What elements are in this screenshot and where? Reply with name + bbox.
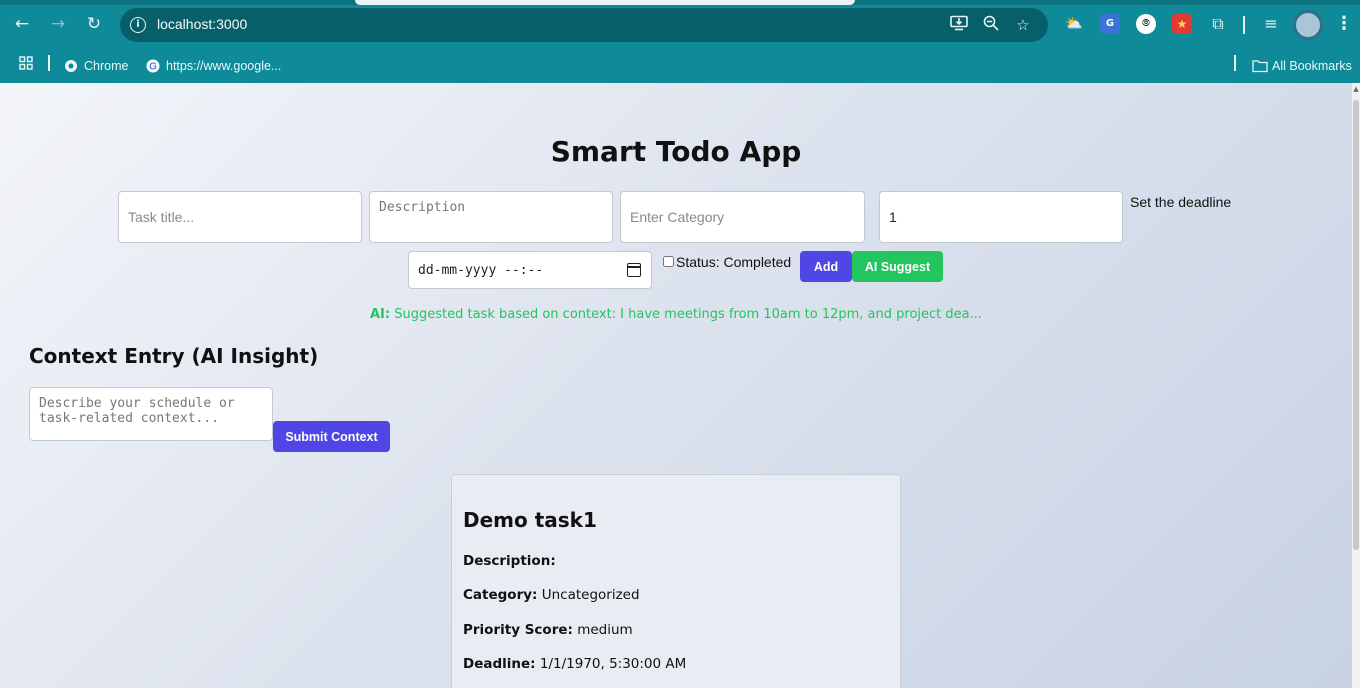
task-title: Demo task1 [463,508,597,532]
extension-icon[interactable]: ⦾ [1136,14,1156,34]
media-control-icon[interactable]: ≡ [1261,14,1281,34]
description-input[interactable] [369,191,613,243]
bookmark-star-icon[interactable]: ☆ [1013,15,1033,35]
bookmark-google[interactable]: Ghttps://www.google... [146,55,281,77]
scroll-up-icon[interactable]: ▲ [1353,86,1359,93]
weather-extension-icon[interactable]: ⛅ [1064,14,1084,34]
forward-arrow-icon[interactable]: → [47,13,69,35]
submit-context-button[interactable]: Submit Context [273,421,390,452]
category-label: Category: [463,587,538,603]
toolbar-divider [1243,16,1245,34]
task-deadline: Deadline: 1/1/1970, 5:30:00 AM [463,656,686,672]
site-info-icon[interactable]: i [130,17,146,33]
deadline-label: Set the deadline [1130,194,1232,210]
task-category: Category: Uncategorized [463,587,640,603]
datetime-placeholder: dd-mm-yyyy --:-- [418,263,544,278]
globe-icon [64,58,78,72]
priority-input[interactable] [879,191,1123,243]
browser-toolbar: ← → ↻ i localhost:3000 ☆ ⛅ G ⦾ ★ ⧉ ≡ ⋮ [0,0,1360,50]
priority-label: Priority Score: [463,622,573,638]
page-title: Smart Todo App [550,135,802,168]
bookmark-label: https://www.google... [166,59,282,73]
deadline-label: Deadline: [463,656,536,672]
profile-avatar[interactable] [1293,10,1323,40]
reload-icon[interactable]: ↻ [83,13,105,35]
ai-suggest-button[interactable]: AI Suggest [852,251,943,282]
google-icon: G [146,58,160,73]
active-tab[interactable] [355,0,855,5]
add-button[interactable]: Add [800,251,852,282]
bookmark-chrome[interactable]: Chrome [64,55,128,77]
bookmark-divider [1234,55,1236,71]
apps-grid-icon[interactable] [19,55,33,77]
folder-icon [1252,58,1268,73]
ai-suggestion-text: AI: Suggested task based on context: I h… [0,307,1352,322]
priority-value: medium [577,622,633,638]
translate-extension-icon[interactable]: G [1100,14,1120,34]
back-arrow-icon[interactable]: ← [11,13,33,35]
context-heading: Context Entry (AI Insight) [29,344,319,368]
description-label: Description: [463,553,556,569]
menu-dots-icon[interactable]: ⋮ [1335,13,1353,34]
category-input[interactable] [620,191,865,243]
ai-suggestion-body: Suggested task based on context: I have … [394,307,982,322]
task-description: Description: [463,553,556,569]
address-url[interactable]: localhost:3000 [157,16,247,32]
status-checkbox[interactable] [663,256,674,267]
task-card: Demo task1 Description: Category: Uncate… [451,474,901,688]
extensions-puzzle-icon[interactable]: ⧉ [1208,14,1228,34]
address-bar[interactable]: i localhost:3000 ☆ [120,8,1048,42]
ai-prefix: AI: [369,307,391,322]
bookmarks-bar: Chrome Ghttps://www.google... All Bookma… [0,50,1360,83]
task-title-input[interactable] [118,191,362,243]
svg-text:G: G [149,62,157,73]
deadline-datetime-input[interactable]: dd-mm-yyyy --:-- [408,251,652,289]
extension-icon[interactable]: ★ [1172,14,1192,34]
all-bookmarks-label: All Bookmarks [1272,59,1352,73]
zoom-icon[interactable] [981,15,1001,35]
task-priority: Priority Score: medium [463,622,633,638]
status-completed-toggle[interactable]: Status: Completed [663,254,791,270]
all-bookmarks[interactable]: All Bookmarks [1252,55,1352,77]
context-textarea[interactable] [29,387,273,441]
deadline-value: 1/1/1970, 5:30:00 AM [539,656,687,672]
calendar-icon[interactable] [627,263,641,277]
bookmark-divider [48,55,50,71]
page-content: Smart Todo App Set the deadline dd-mm-yy… [0,83,1352,688]
scrollbar-thumb[interactable] [1353,100,1359,550]
status-label: Status: Completed [676,254,792,270]
category-value: Uncategorized [541,587,640,603]
bookmark-label: Chrome [84,59,129,73]
install-icon[interactable] [949,15,969,35]
